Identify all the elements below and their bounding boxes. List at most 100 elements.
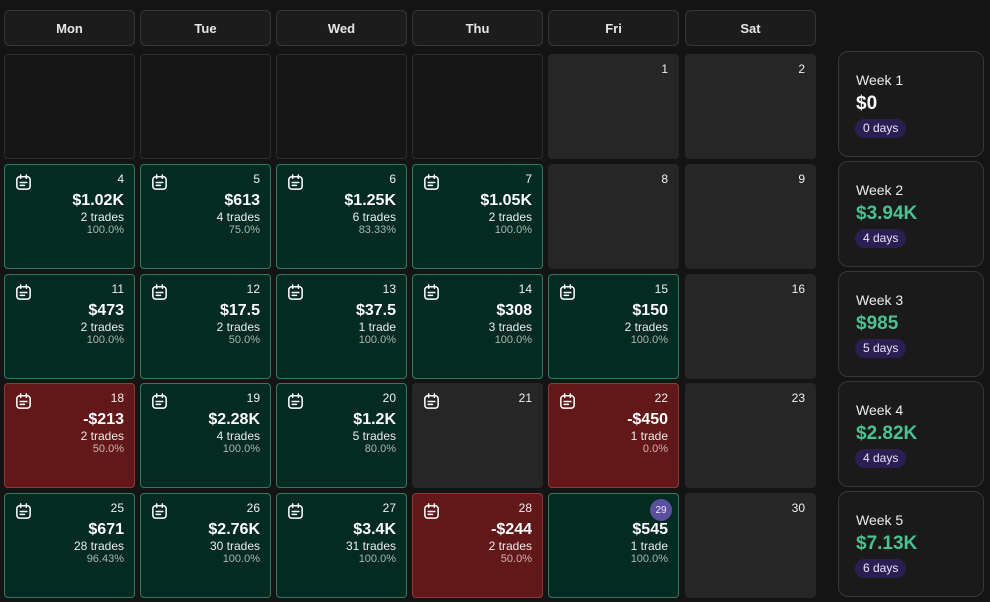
empty-day-cell bbox=[276, 54, 407, 159]
day-cell-8[interactable]: 8 bbox=[548, 164, 679, 269]
day-cell-1[interactable]: 1 bbox=[548, 54, 679, 159]
day-win-rate: 83.33% bbox=[358, 224, 396, 236]
weekday-header-wed: Wed bbox=[276, 10, 407, 46]
week-days-badge: 6 days bbox=[855, 559, 907, 578]
day-number: 14 bbox=[518, 282, 532, 296]
journal-note-icon[interactable] bbox=[286, 392, 305, 411]
day-cell-19[interactable]: 19 $2.28K 4 trades 100.0% bbox=[140, 383, 271, 488]
day-cell-7[interactable]: 7 $1.05K 2 trades 100.0% bbox=[412, 164, 543, 269]
day-cell-11[interactable]: 11 $473 2 trades 100.0% bbox=[4, 274, 135, 379]
journal-note-icon[interactable] bbox=[150, 283, 169, 302]
journal-note-icon[interactable] bbox=[286, 173, 305, 192]
day-cell-28[interactable]: 28 -$244 2 trades 50.0% bbox=[412, 493, 543, 598]
day-cell-21[interactable]: 21 bbox=[412, 383, 543, 488]
journal-note-icon[interactable] bbox=[286, 502, 305, 521]
day-cell-4[interactable]: 4 $1.02K 2 trades 100.0% bbox=[4, 164, 135, 269]
week-summary-card-1[interactable]: Week 1 $0 0 days bbox=[838, 51, 984, 157]
day-cell-9[interactable]: 9 bbox=[685, 164, 816, 269]
journal-note-icon[interactable] bbox=[558, 392, 577, 411]
day-stats: $545 1 trade 100.0% bbox=[631, 520, 668, 566]
day-cell-22[interactable]: 22 -$450 1 trade 0.0% bbox=[548, 383, 679, 488]
day-number: 16 bbox=[791, 282, 805, 296]
day-number: 18 bbox=[110, 391, 124, 405]
day-number: 26 bbox=[246, 501, 260, 515]
day-stats: $1.25K 6 trades 83.33% bbox=[344, 191, 396, 237]
day-cell-30[interactable]: 30 bbox=[685, 493, 816, 598]
day-cell-2[interactable]: 2 bbox=[685, 54, 816, 159]
week-summary-card-4[interactable]: Week 4 $2.82K 4 days bbox=[838, 381, 984, 487]
empty-day-cell bbox=[140, 54, 271, 159]
day-trade-count: 5 trades bbox=[352, 429, 396, 443]
day-number: 20 bbox=[382, 391, 396, 405]
day-pnl: $1.05K bbox=[480, 192, 532, 209]
journal-note-icon[interactable] bbox=[150, 502, 169, 521]
day-cell-23[interactable]: 23 bbox=[685, 383, 816, 488]
day-cell-18[interactable]: 18 -$213 2 trades 50.0% bbox=[4, 383, 135, 488]
day-cell-16[interactable]: 16 bbox=[685, 274, 816, 379]
day-pnl: $1.25K bbox=[344, 192, 396, 209]
day-cell-29[interactable]: 29 $545 1 trade 100.0% bbox=[548, 493, 679, 598]
day-stats: $3.4K 31 trades 100.0% bbox=[346, 520, 396, 566]
day-pnl: -$244 bbox=[491, 521, 532, 538]
day-pnl: $473 bbox=[88, 302, 124, 319]
week-label: Week 3 bbox=[856, 292, 904, 308]
journal-note-icon[interactable] bbox=[422, 392, 441, 411]
day-cell-12[interactable]: 12 $17.5 2 trades 50.0% bbox=[140, 274, 271, 379]
day-number: 12 bbox=[246, 282, 260, 296]
day-cell-15[interactable]: 15 $150 2 trades 100.0% bbox=[548, 274, 679, 379]
week-summary-card-5[interactable]: Week 5 $7.13K 6 days bbox=[838, 491, 984, 597]
week-days-badge: 5 days bbox=[855, 339, 907, 358]
day-stats: -$450 1 trade 0.0% bbox=[627, 410, 668, 456]
journal-note-icon[interactable] bbox=[558, 283, 577, 302]
day-cell-6[interactable]: 6 $1.25K 6 trades 83.33% bbox=[276, 164, 407, 269]
week-days-badge: 4 days bbox=[855, 229, 907, 248]
day-pnl: $1.02K bbox=[72, 192, 124, 209]
weekday-header-sat: Sat bbox=[685, 10, 816, 46]
day-cell-26[interactable]: 26 $2.76K 30 trades 100.0% bbox=[140, 493, 271, 598]
day-trade-count: 1 trade bbox=[630, 539, 668, 553]
journal-note-icon[interactable] bbox=[14, 283, 33, 302]
day-stats: $308 3 trades 100.0% bbox=[489, 301, 532, 347]
week-summary-card-3[interactable]: Week 3 $985 5 days bbox=[838, 271, 984, 377]
day-win-rate: 50.0% bbox=[228, 334, 260, 346]
day-stats: $37.5 1 trade 100.0% bbox=[356, 301, 396, 347]
day-pnl: $150 bbox=[632, 302, 668, 319]
day-stats: $473 2 trades 100.0% bbox=[81, 301, 124, 347]
journal-note-icon[interactable] bbox=[422, 283, 441, 302]
day-pnl: $37.5 bbox=[355, 302, 396, 319]
day-cell-14[interactable]: 14 $308 3 trades 100.0% bbox=[412, 274, 543, 379]
journal-note-icon[interactable] bbox=[14, 173, 33, 192]
journal-note-icon[interactable] bbox=[422, 173, 441, 192]
day-pnl: $3.4K bbox=[353, 521, 396, 538]
journal-note-icon[interactable] bbox=[150, 392, 169, 411]
day-cell-27[interactable]: 27 $3.4K 31 trades 100.0% bbox=[276, 493, 407, 598]
day-cell-25[interactable]: 25 $671 28 trades 96.43% bbox=[4, 493, 135, 598]
weekday-header-fri: Fri bbox=[548, 10, 679, 46]
day-pnl: $613 bbox=[224, 192, 260, 209]
day-trade-count: 2 trades bbox=[488, 210, 532, 224]
journal-note-icon[interactable] bbox=[286, 283, 305, 302]
journal-note-icon[interactable] bbox=[14, 392, 33, 411]
day-cell-20[interactable]: 20 $1.2K 5 trades 80.0% bbox=[276, 383, 407, 488]
day-cell-13[interactable]: 13 $37.5 1 trade 100.0% bbox=[276, 274, 407, 379]
day-pnl: $1.2K bbox=[353, 411, 396, 428]
day-stats: $1.2K 5 trades 80.0% bbox=[353, 410, 396, 456]
day-number: 7 bbox=[525, 172, 532, 186]
day-stats: $17.5 2 trades 50.0% bbox=[217, 301, 260, 347]
week-summary-card-2[interactable]: Week 2 $3.94K 4 days bbox=[838, 161, 984, 267]
day-trade-count: 31 trades bbox=[345, 539, 396, 553]
journal-note-icon[interactable] bbox=[150, 173, 169, 192]
weekday-header-mon: Mon bbox=[4, 10, 135, 46]
day-number: 28 bbox=[518, 501, 532, 515]
journal-note-icon[interactable] bbox=[14, 502, 33, 521]
week-label: Week 5 bbox=[856, 512, 904, 528]
journal-note-icon[interactable] bbox=[422, 502, 441, 521]
day-win-rate: 100.0% bbox=[494, 224, 532, 236]
day-pnl: $671 bbox=[88, 521, 124, 538]
day-cell-5[interactable]: 5 $613 4 trades 75.0% bbox=[140, 164, 271, 269]
day-win-rate: 0.0% bbox=[642, 443, 668, 455]
day-trade-count: 28 trades bbox=[73, 539, 124, 553]
day-number: 22 bbox=[654, 391, 668, 405]
week-total-pnl: $7.13K bbox=[856, 533, 918, 554]
day-trade-count: 1 trade bbox=[630, 429, 668, 443]
